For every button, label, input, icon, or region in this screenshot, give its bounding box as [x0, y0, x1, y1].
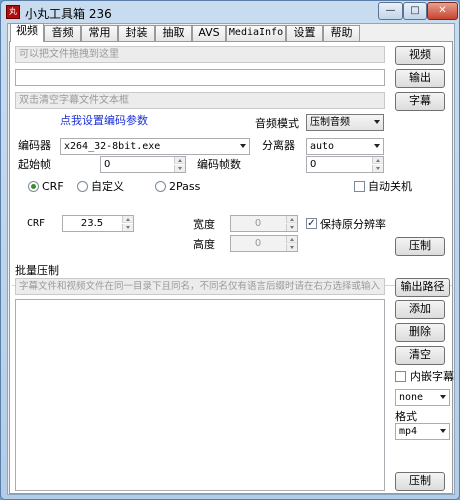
spin-up-icon[interactable]: [372, 157, 383, 164]
chevron-down-icon: [440, 429, 446, 433]
start-frame-label: 起始帧: [18, 158, 51, 171]
height-spinner[interactable]: 0: [230, 235, 298, 252]
2pass-radio-label[interactable]: 2Pass: [169, 180, 200, 194]
auto-shutdown-label[interactable]: 自动关机: [368, 180, 412, 194]
spin-up-icon[interactable]: [174, 157, 185, 164]
encode-frames-label: 编码帧数: [197, 158, 241, 171]
tab-mux[interactable]: 封装: [118, 25, 155, 41]
encode-params-link[interactable]: 点我设置编码参数: [60, 114, 148, 128]
width-label: 宽度: [193, 218, 215, 231]
width-spinner[interactable]: 0: [230, 215, 298, 232]
minimize-button[interactable]: —: [378, 2, 403, 20]
crf-label: CRF: [27, 218, 46, 229]
app-icon: 丸: [6, 5, 20, 19]
splitter-label: 分离器: [262, 139, 295, 152]
format-value: mp4: [399, 426, 418, 437]
tab-mediainfo[interactable]: MediaInfo: [226, 25, 286, 41]
chevron-down-icon: [374, 120, 380, 124]
spin-up-icon[interactable]: [286, 216, 297, 223]
crf-spinner[interactable]: 23.5: [62, 215, 134, 232]
delete-button[interactable]: 删除: [395, 323, 445, 342]
format-label: 格式: [395, 410, 417, 423]
encoder-label: 编码器: [18, 139, 51, 152]
tab-video[interactable]: 视频: [10, 23, 44, 42]
clear-button[interactable]: 清空: [395, 346, 445, 365]
width-value: 0: [254, 218, 262, 229]
audio-mode-label: 音频模式: [255, 117, 299, 130]
encode-button[interactable]: 压制: [395, 237, 445, 256]
crf-radio[interactable]: [28, 181, 39, 192]
tab-help[interactable]: 帮助: [323, 25, 360, 41]
spin-up-icon[interactable]: [286, 236, 297, 243]
title-bar[interactable]: 丸 小丸工具箱 236 — □ ✕: [1, 1, 459, 23]
subtitle-file-input[interactable]: 双击清空字幕文件文本框: [15, 92, 385, 109]
spin-down-icon[interactable]: [122, 224, 133, 231]
splitter-value: auto: [310, 141, 335, 152]
add-button[interactable]: 添加: [395, 300, 445, 319]
batch-hint-input[interactable]: 字幕文件和视频文件在同一目录下且同名，不同名仅有语言后缀时请在右方选择或输入: [15, 278, 385, 295]
tab-audio[interactable]: 音频: [44, 25, 81, 41]
spin-down-icon[interactable]: [286, 224, 297, 231]
height-value: 0: [254, 238, 262, 249]
client-area: 视频 音频 常用 封装 抽取 AVS MediaInfo 设置 帮助 可以把文件…: [7, 23, 455, 495]
splitter-select[interactable]: auto: [306, 138, 384, 155]
start-frame-value: 0: [104, 159, 111, 170]
video-button[interactable]: 视频: [395, 46, 445, 65]
keep-resolution-label[interactable]: 保持原分辨率: [320, 218, 386, 232]
crf-value: 23.5: [80, 218, 104, 229]
audio-mode-select[interactable]: 压制音频: [306, 114, 384, 131]
output-path-button[interactable]: 输出路径: [395, 278, 450, 297]
start-frame-spinner[interactable]: 0: [100, 156, 186, 173]
audio-mode-value: 压制音频: [310, 117, 350, 128]
2pass-radio[interactable]: [155, 181, 166, 192]
spin-down-icon[interactable]: [372, 165, 383, 172]
batch-title: 批量压制: [15, 264, 59, 277]
encode-frames-value: 0: [310, 159, 317, 170]
output-button[interactable]: 输出: [395, 69, 445, 88]
embed-subtitle-checkbox[interactable]: [395, 371, 406, 382]
close-button[interactable]: ✕: [427, 2, 458, 20]
chevron-down-icon: [240, 144, 246, 148]
batch-file-list[interactable]: [15, 299, 385, 491]
app-window: 丸 小丸工具箱 236 — □ ✕ 视频 音频 常用 封装 抽取 AVS Med…: [0, 0, 460, 500]
spin-down-icon[interactable]: [286, 244, 297, 251]
crf-radio-label[interactable]: CRF: [42, 180, 64, 194]
keep-resolution-checkbox[interactable]: [306, 218, 317, 229]
subtitle-lang-select[interactable]: none: [395, 389, 450, 406]
custom-radio-label[interactable]: 自定义: [91, 180, 124, 194]
spin-up-icon[interactable]: [122, 216, 133, 223]
tab-common[interactable]: 常用: [81, 25, 118, 41]
video-tab-panel: 可以把文件拖拽到这里 视频 输出 双击清空字幕文件文本框 字幕 点我设置编码参数…: [9, 41, 454, 494]
custom-radio[interactable]: [77, 181, 88, 192]
tab-extract[interactable]: 抽取: [155, 25, 192, 41]
tab-avs[interactable]: AVS: [192, 25, 226, 41]
output-file-input[interactable]: [15, 69, 385, 86]
batch-encode-button[interactable]: 压制: [395, 472, 445, 491]
chevron-down-icon: [374, 144, 380, 148]
chevron-down-icon: [440, 395, 446, 399]
format-select[interactable]: mp4: [395, 423, 450, 440]
embed-subtitle-label[interactable]: 内嵌字幕: [410, 370, 454, 384]
subtitle-button[interactable]: 字幕: [395, 92, 445, 111]
tab-settings[interactable]: 设置: [286, 25, 323, 41]
height-label: 高度: [193, 238, 215, 251]
video-file-input[interactable]: 可以把文件拖拽到这里: [15, 46, 385, 63]
subtitle-lang-value: none: [399, 392, 424, 403]
auto-shutdown-checkbox[interactable]: [354, 181, 365, 192]
encoder-select[interactable]: x264_32-8bit.exe: [60, 138, 250, 155]
encoder-value: x264_32-8bit.exe: [64, 141, 161, 152]
window-title: 小丸工具箱 236: [25, 7, 112, 21]
spin-down-icon[interactable]: [174, 165, 185, 172]
maximize-button[interactable]: □: [403, 2, 427, 20]
encode-frames-spinner[interactable]: 0: [306, 156, 384, 173]
